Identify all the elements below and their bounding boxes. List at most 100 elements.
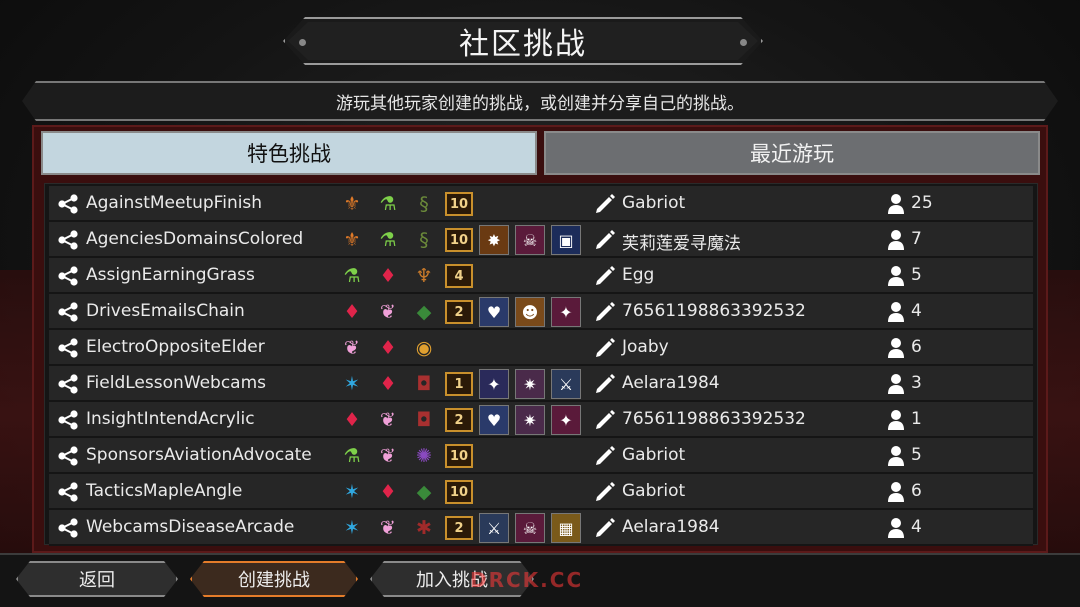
purple-claw-card-icon: ✷ <box>515 369 545 399</box>
player-count: 4 <box>911 517 922 537</box>
crow-card-icon: ✦ <box>479 369 509 399</box>
player-count: 25 <box>911 193 933 213</box>
difficulty-level-badge: 10 <box>445 480 473 504</box>
player-icon <box>888 338 904 358</box>
red-crest-icon: ♦ <box>379 336 397 359</box>
share-icon[interactable] <box>57 410 79 430</box>
page-title: 社区挑战 <box>459 27 587 62</box>
player-count: 1 <box>911 409 922 429</box>
player-icon <box>888 482 904 502</box>
challenge-name: TacticsMapleAngle <box>86 481 243 501</box>
page-subtitle: 游玩其他玩家创建的挑战，或创建并分享自己的挑战。 <box>336 93 744 114</box>
red-lantern-icon: ◘ <box>416 372 432 395</box>
share-icon[interactable] <box>57 518 79 538</box>
rivet-icon <box>740 39 747 46</box>
crow-card-icon: ✦ <box>551 405 581 435</box>
modifier-icons: ✶ ❦ ✱ 2 ⚔ ☠ ▦ <box>337 513 581 543</box>
rivet-icon <box>299 39 306 46</box>
player-count: 6 <box>911 481 922 501</box>
challenge-row[interactable]: ElectroOppositeElder ❦ ♦ ◉ Joaby 6 <box>49 330 1033 366</box>
pink-wings-icon: ❦ <box>380 300 396 323</box>
challenge-row[interactable]: WebcamsDiseaseArcade ✶ ❦ ✱ 2 ⚔ ☠ ▦ Aelara1984 4 <box>49 510 1033 546</box>
blue-sprite-icon: ✶ <box>344 480 360 503</box>
player-count: 4 <box>911 301 922 321</box>
share-icon[interactable] <box>57 266 79 286</box>
challenge-row[interactable]: TacticsMapleAngle ✶ ♦ ◆ 10 Gabriot 6 <box>49 474 1033 510</box>
player-icon <box>888 410 904 430</box>
red-heart-card-icon: ♥ <box>479 297 509 327</box>
player-icon <box>888 230 904 250</box>
challenge-row[interactable]: AgenciesDomainsColored ⚜ ⚗ § 10 ✸ ☠ ▣ 芙莉莲爱寻魔法 7 <box>49 222 1033 258</box>
difficulty-level-badge: 2 <box>445 300 473 324</box>
amber-lantern-icon: ◉ <box>415 336 433 359</box>
red-lantern-icon: ◘ <box>416 408 432 431</box>
share-icon[interactable] <box>57 446 79 466</box>
challenge-list[interactable]: AgainstMeetupFinish ⚜ ⚗ § 10 Gabriot 25 Agencie… <box>44 183 1038 546</box>
challenge-author: Joaby <box>622 337 669 357</box>
challenge-row[interactable]: AssignEarningGrass ⚗ ♦ ♆ 4 Egg 5 <box>49 258 1033 294</box>
challenge-row[interactable]: InsightIntendAcrylic ♦ ❦ ◘ 2 ♥ ✷ ✦ 7656119886339… <box>49 402 1033 438</box>
share-icon[interactable] <box>57 302 79 322</box>
tab-recent[interactable]: 最近游玩 <box>544 131 1040 175</box>
challenge-name: SponsorsAviationAdvocate <box>86 445 312 465</box>
back-button[interactable]: 返回 <box>16 561 178 597</box>
gold-chest-card-icon: ▦ <box>551 513 581 543</box>
fire-burst-card-icon: ✸ <box>479 225 509 255</box>
create-challenge-button[interactable]: 创建挑战 <box>190 561 358 597</box>
challenge-author: Gabriot <box>622 445 686 465</box>
challenge-row[interactable]: AgainstMeetupFinish ⚜ ⚗ § 10 Gabriot 25 <box>49 186 1033 222</box>
player-icon <box>888 374 904 394</box>
player-icon <box>888 518 904 538</box>
subtitle-banner: 游玩其他玩家创建的挑战，或创建并分享自己的挑战。 <box>22 81 1058 121</box>
red-crest-icon: ♦ <box>379 372 397 395</box>
player-icon <box>888 266 904 286</box>
red-heart-card-icon: ♥ <box>479 405 509 435</box>
red-spider-icon: ✱ <box>416 516 432 539</box>
red-crest-icon: ♦ <box>343 408 361 431</box>
pencil-icon <box>596 230 615 249</box>
orange-wings-icon: ⚜ <box>343 228 361 251</box>
red-crest-icon: ♦ <box>343 300 361 323</box>
challenge-name: AgenciesDomainsColored <box>86 229 304 249</box>
red-crest-icon: ♦ <box>379 264 397 287</box>
modifier-icons: ♦ ❦ ◘ 2 ♥ ✷ ✦ <box>337 405 581 435</box>
challenge-name: AgainstMeetupFinish <box>86 193 263 213</box>
challenge-author: 芙莉莲爱寻魔法 <box>622 234 741 254</box>
share-icon[interactable] <box>57 338 79 358</box>
green-flask-icon: ⚗ <box>379 228 397 251</box>
player-count: 6 <box>911 337 922 357</box>
challenge-author: 76561198863392532 <box>622 409 806 429</box>
watermark: DRCK.CC <box>470 568 584 592</box>
share-icon[interactable] <box>57 482 79 502</box>
pencil-icon <box>596 374 615 393</box>
green-flask-icon: ⚗ <box>343 444 361 467</box>
share-icon[interactable] <box>57 230 79 250</box>
green-crystal-icon: ◆ <box>416 300 432 323</box>
pencil-icon <box>596 518 615 537</box>
pink-wings-icon: ❦ <box>344 336 360 359</box>
player-icon <box>888 194 904 214</box>
challenge-author: Aelara1984 <box>622 517 720 537</box>
blue-sprite-icon: ✶ <box>344 516 360 539</box>
difficulty-level-badge: 10 <box>445 192 473 216</box>
tab-featured[interactable]: 特色挑战 <box>41 131 537 175</box>
challenge-row[interactable]: FieldLessonWebcams ✶ ♦ ◘ 1 ✦ ✷ ⚔ Aelara1984 3 <box>49 366 1033 402</box>
pencil-icon <box>596 338 615 357</box>
orange-totem-icon: ♆ <box>415 264 433 287</box>
challenge-author: Aelara1984 <box>622 373 720 393</box>
share-icon[interactable] <box>57 194 79 214</box>
challenge-author: 76561198863392532 <box>622 301 806 321</box>
pencil-icon <box>596 446 615 465</box>
challenge-row[interactable]: SponsorsAviationAdvocate ⚗ ❦ ✺ 10 Gabriot 5 <box>49 438 1033 474</box>
green-serpent-icon: § <box>419 228 429 251</box>
crow-card-icon: ✦ <box>551 297 581 327</box>
player-icon <box>888 302 904 322</box>
green-flask-icon: ⚗ <box>379 192 397 215</box>
share-icon[interactable] <box>57 374 79 394</box>
blue-sprite-icon: ✶ <box>344 372 360 395</box>
pink-wings-icon: ❦ <box>380 516 396 539</box>
challenge-row[interactable]: DrivesEmailsChain ♦ ❦ ◆ 2 ♥ ☻ ✦ 7656119886339253… <box>49 294 1033 330</box>
challenge-author: Egg <box>622 265 655 285</box>
challenge-name: InsightIntendAcrylic <box>86 409 255 429</box>
modifier-icons: ⚜ ⚗ § 10 <box>337 189 473 219</box>
